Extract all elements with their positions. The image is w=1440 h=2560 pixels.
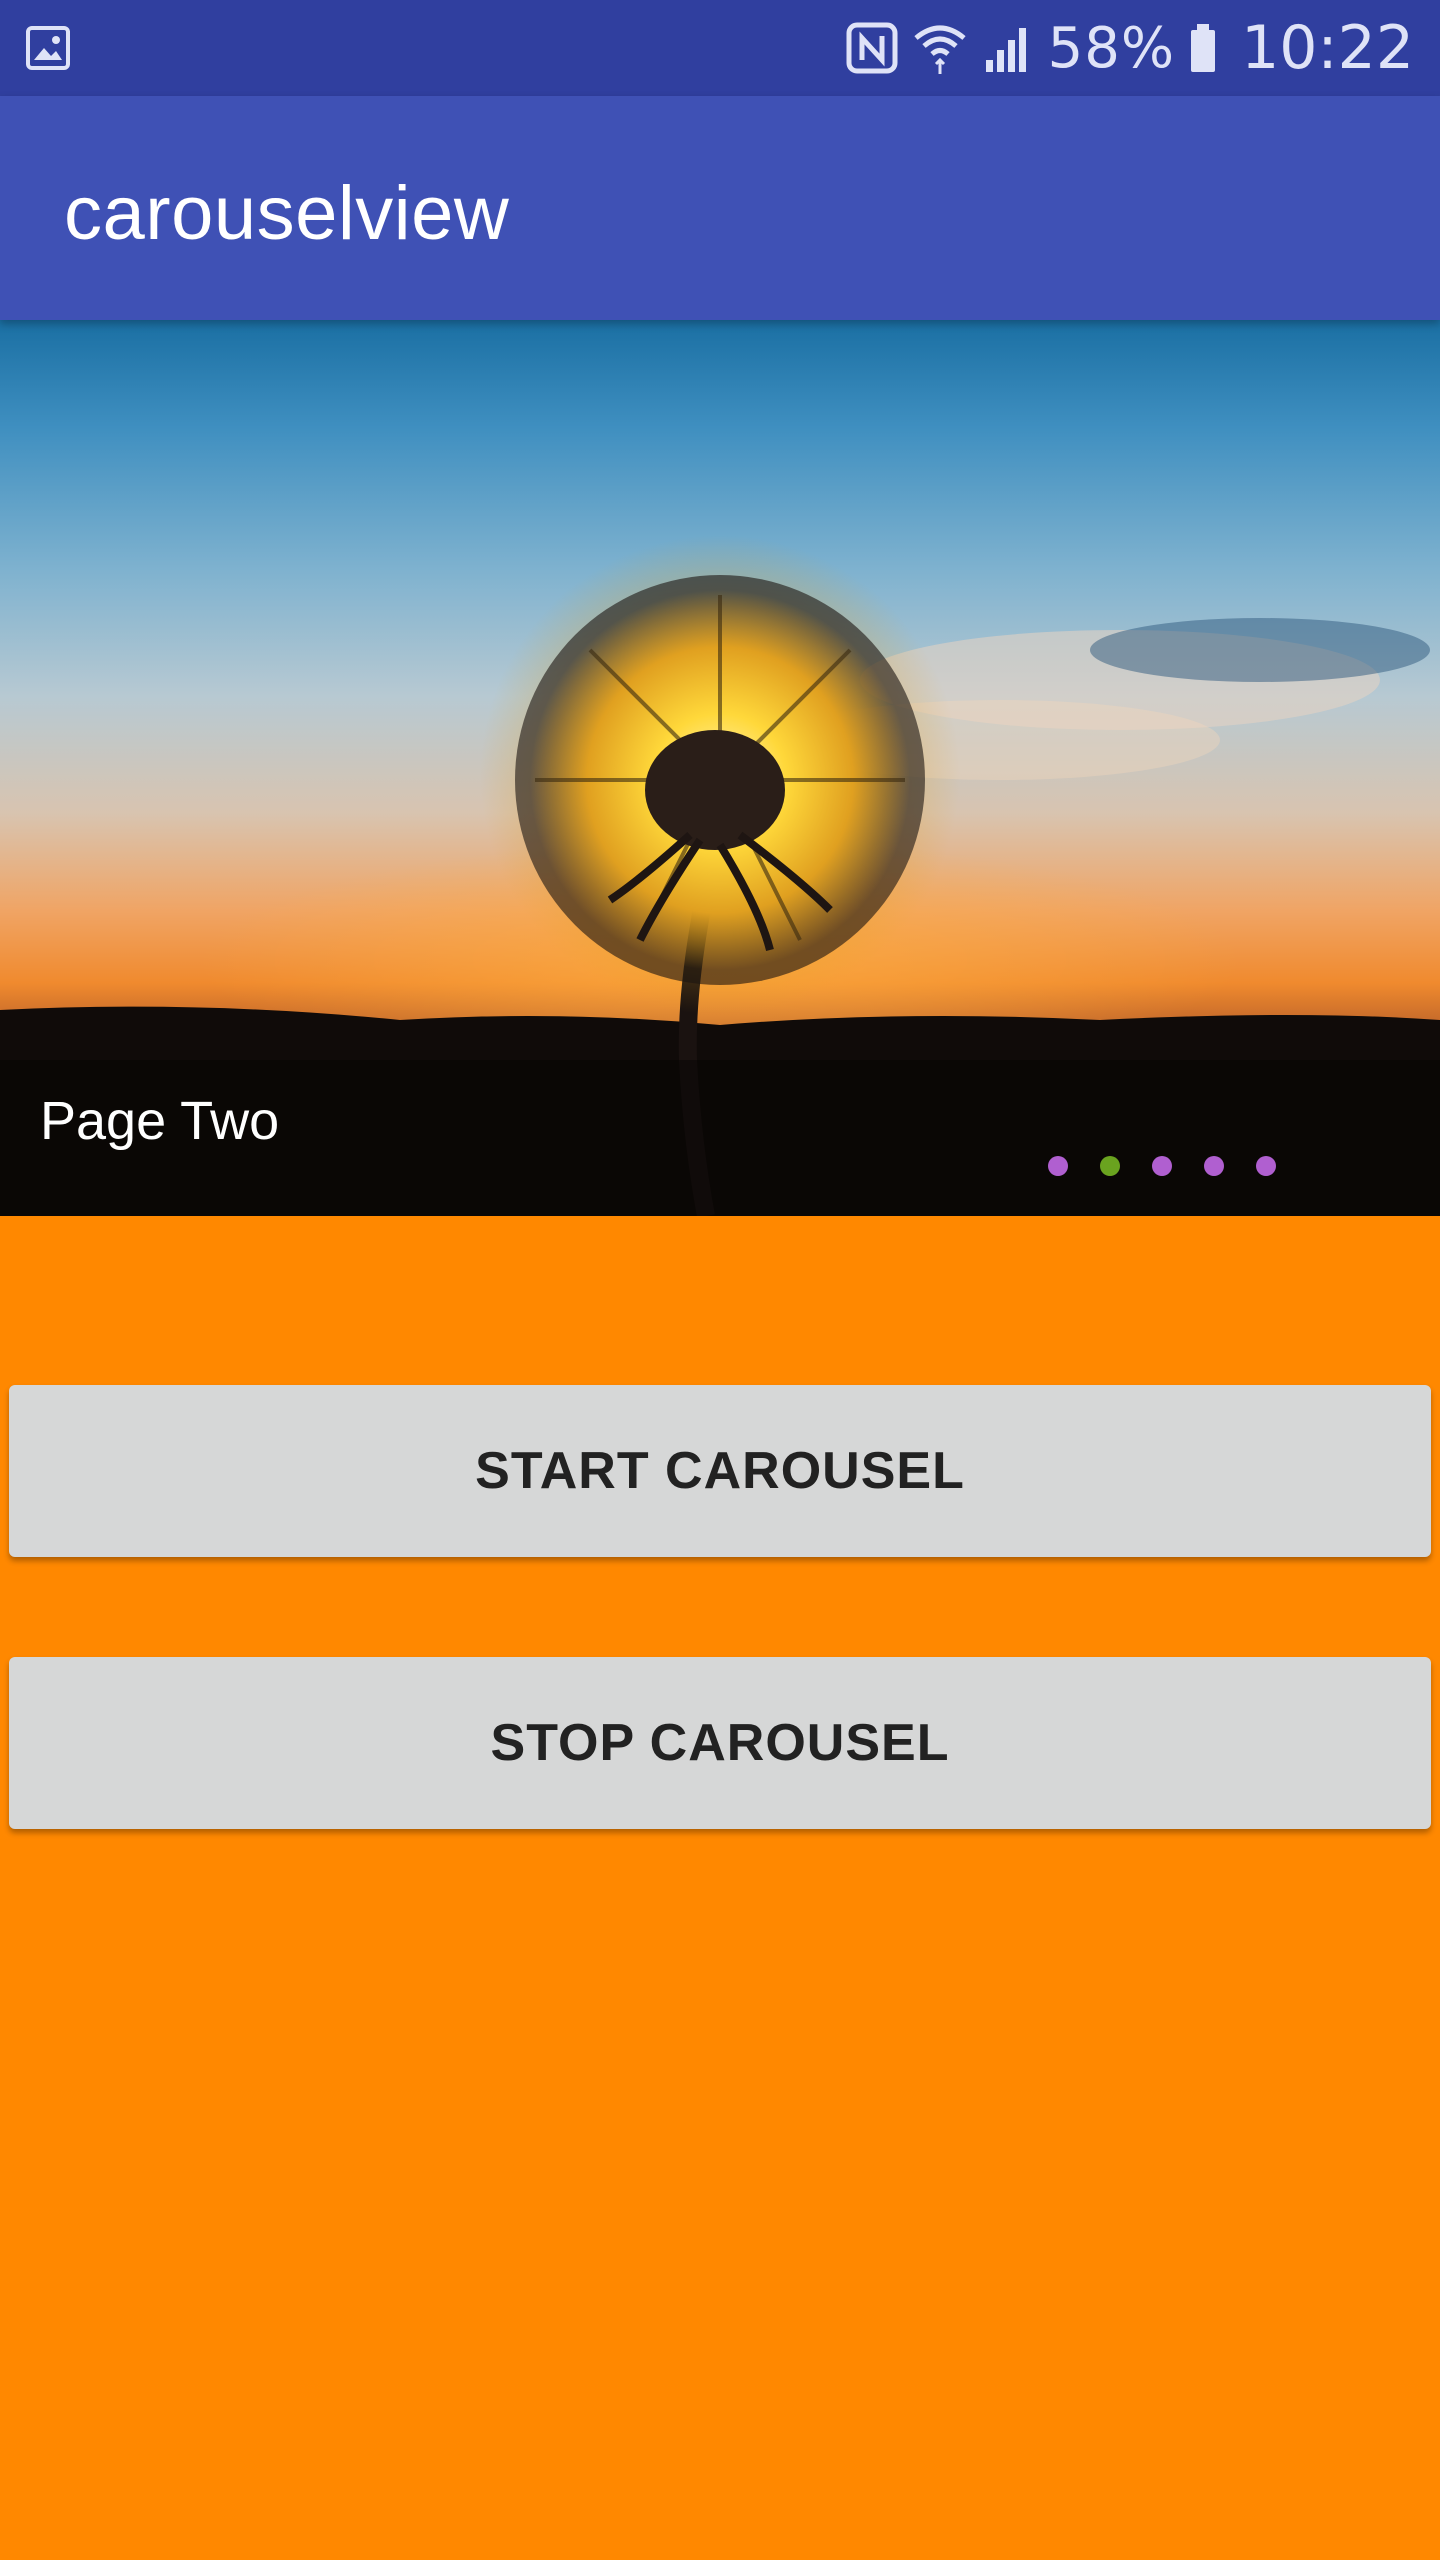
stop-carousel-button[interactable]: STOP CAROUSEL xyxy=(9,1657,1431,1829)
page-indicator-1[interactable] xyxy=(1048,1156,1068,1176)
page-indicators xyxy=(1048,1156,1276,1176)
battery-percentage: 58% xyxy=(1047,15,1176,81)
app-bar: carouselview xyxy=(0,96,1440,320)
status-bar: 58% 10:22 xyxy=(0,0,1440,96)
battery-icon xyxy=(1189,22,1217,74)
wifi-icon xyxy=(912,20,968,76)
nfc-icon xyxy=(846,22,898,74)
start-carousel-button[interactable]: START CAROUSEL xyxy=(9,1385,1431,1557)
clock: 10:22 xyxy=(1241,13,1414,83)
dandelion-photo xyxy=(0,535,1440,1216)
page-indicator-5[interactable] xyxy=(1256,1156,1276,1176)
page-indicator-4[interactable] xyxy=(1204,1156,1224,1176)
image-carousel[interactable]: Page Two xyxy=(0,320,1440,1216)
gallery-icon xyxy=(26,26,70,70)
page-indicator-2[interactable] xyxy=(1100,1156,1120,1176)
carousel-page-label: Page Two xyxy=(40,1091,280,1151)
app-title: carouselview xyxy=(64,171,510,256)
page-indicator-3[interactable] xyxy=(1152,1156,1172,1176)
cellular-signal-icon xyxy=(982,22,1034,74)
